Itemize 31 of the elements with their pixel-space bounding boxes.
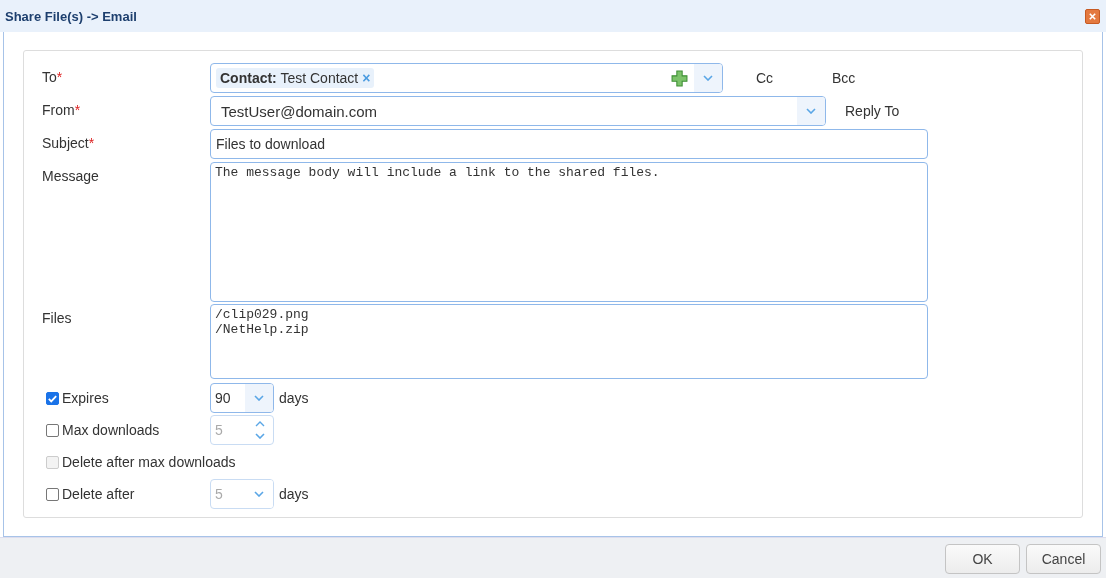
field-label: From*: [42, 101, 82, 118]
option-label: Max downloads: [62, 422, 160, 438]
files-field[interactable]: /clip029.png /NetHelp.zip: [210, 304, 928, 379]
from-dropdown[interactable]: TestUser@domain.com: [210, 96, 826, 126]
subject-field[interactable]: Files to download: [210, 129, 928, 159]
add-contact-icon[interactable]: [671, 69, 688, 87]
option-label: Expires: [62, 390, 109, 406]
caret-icon: [797, 97, 825, 125]
field-label: Subject*: [42, 134, 96, 151]
close-icon[interactable]: [1085, 8, 1100, 24]
checkbox[interactable]: [46, 391, 59, 405]
unit-label: days: [279, 486, 309, 502]
option-label: Delete after max downloads: [62, 454, 236, 470]
checkbox[interactable]: [46, 423, 59, 437]
cancel-button[interactable]: Cancel: [1026, 543, 1101, 574]
field-label: Files: [42, 309, 73, 326]
checkbox[interactable]: [46, 487, 59, 501]
message-field[interactable]: The message body will include a link to the shared files.: [210, 162, 928, 302]
caret-icon: [245, 384, 273, 412]
cc-link[interactable]: Cc: [756, 70, 832, 86]
number-dropdown[interactable]: 90: [210, 383, 274, 413]
field-label: Message: [42, 167, 100, 184]
unit-label: days: [279, 390, 309, 406]
recipients-field[interactable]: Contact: Test Contact ×: [210, 63, 723, 93]
field-label: To*: [42, 68, 64, 85]
ok-button[interactable]: OK: [945, 543, 1020, 574]
reply-to-link[interactable]: Reply To: [845, 103, 900, 119]
window-title: Share File(s) -> Email: [5, 8, 137, 24]
recipient-chip[interactable]: Contact: Test Contact ×: [216, 68, 375, 88]
option-label: Delete after: [62, 486, 135, 502]
bcc-link[interactable]: Bcc: [832, 70, 856, 86]
